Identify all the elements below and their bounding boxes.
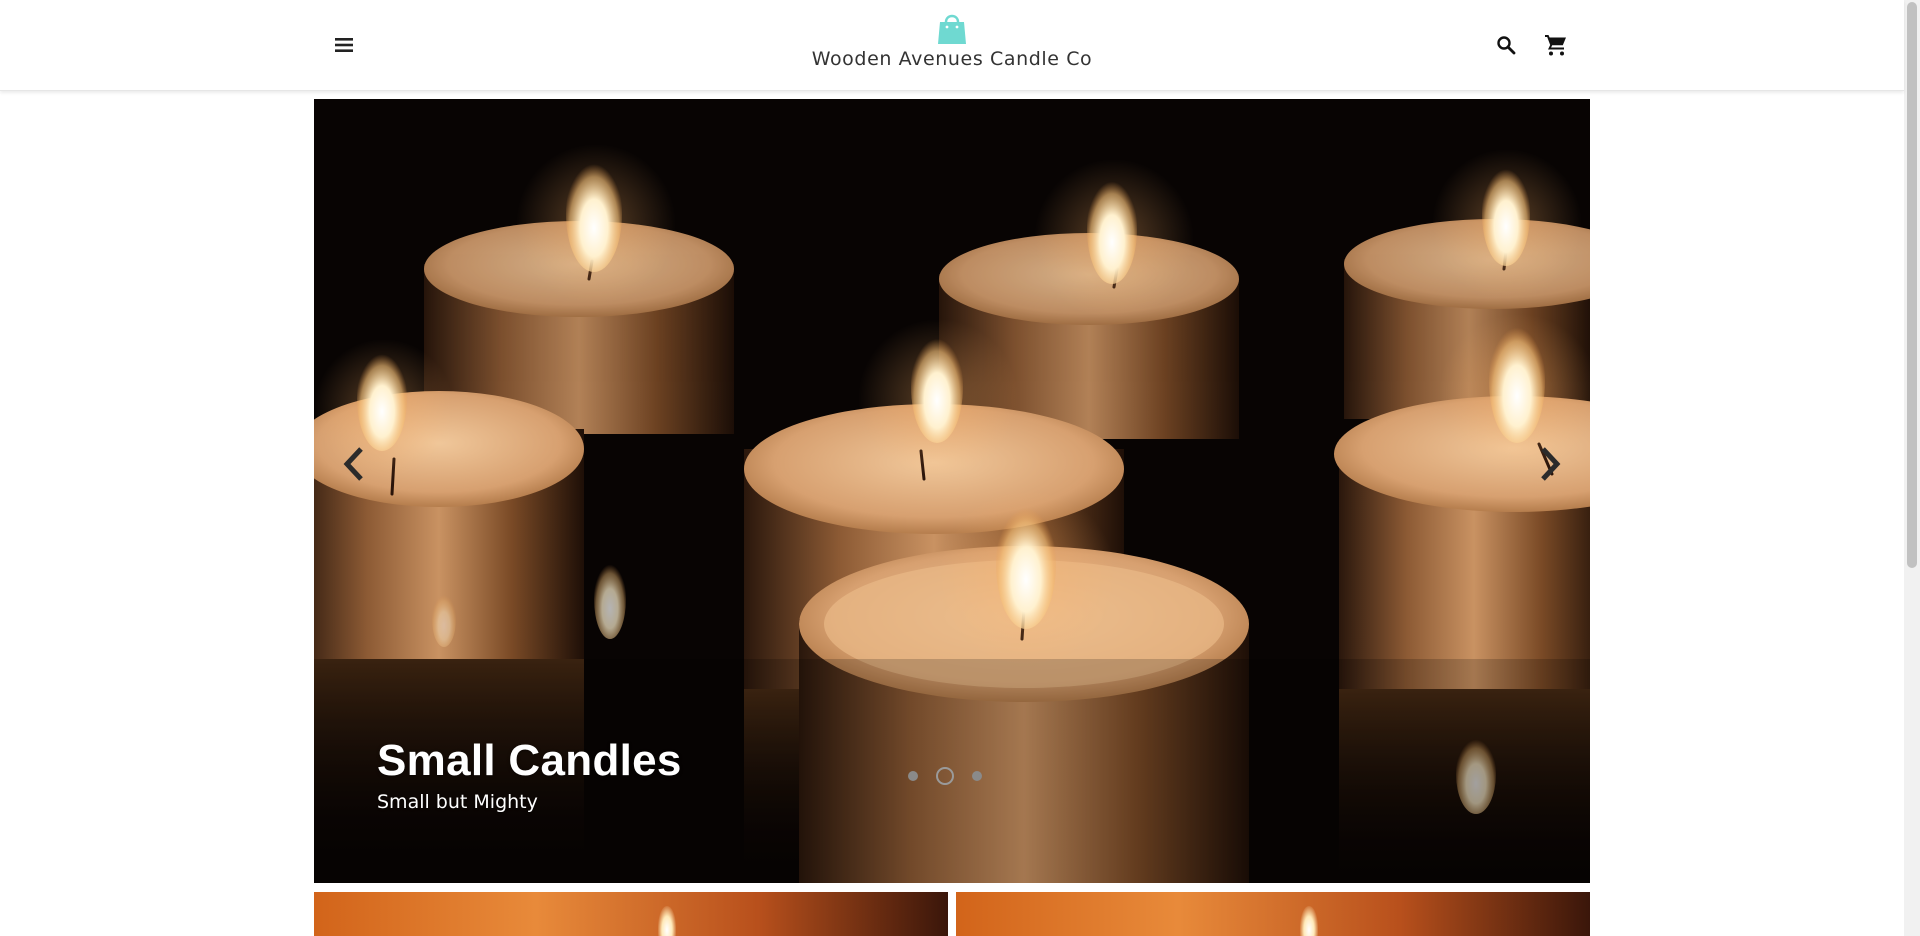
slide-title: Small Candles	[377, 736, 682, 785]
slider-prev-button[interactable]	[332, 439, 376, 489]
hamburger-menu-icon	[335, 38, 353, 52]
chevron-left-icon	[343, 447, 363, 481]
slider-dot-1[interactable]	[908, 771, 918, 781]
hero-slider: Small Candles Small but Mighty	[314, 99, 1590, 883]
slider-dot-3[interactable]	[972, 771, 982, 781]
slider-dot-2[interactable]	[936, 767, 954, 785]
scrollbar-thumb[interactable]	[1907, 2, 1917, 568]
slider-next-button[interactable]	[1528, 439, 1572, 489]
site-header: Wooden Avenues Candle Co	[0, 0, 1904, 91]
store-name: Wooden Avenues Candle Co	[811, 48, 1093, 70]
cart-button[interactable]	[1539, 29, 1573, 61]
slide-subtitle: Small but Mighty	[377, 791, 538, 813]
page-scrollbar[interactable]	[1904, 0, 1920, 936]
collection-tile-2[interactable]	[956, 892, 1590, 936]
collection-tile-1[interactable]	[314, 892, 948, 936]
search-button[interactable]	[1490, 30, 1522, 60]
store-brand-link[interactable]: Wooden Avenues Candle Co	[752, 12, 1152, 76]
candle-flame-image	[1300, 906, 1318, 936]
slider-pagination	[908, 767, 982, 785]
menu-button[interactable]	[328, 30, 360, 60]
slide-caption: Small Candles Small but Mighty	[377, 735, 682, 813]
shopping-cart-icon	[1545, 35, 1566, 56]
search-icon	[1497, 36, 1516, 55]
candle-flame-image	[658, 906, 676, 936]
shopping-bag-icon	[938, 14, 966, 44]
chevron-right-icon	[1541, 447, 1561, 481]
